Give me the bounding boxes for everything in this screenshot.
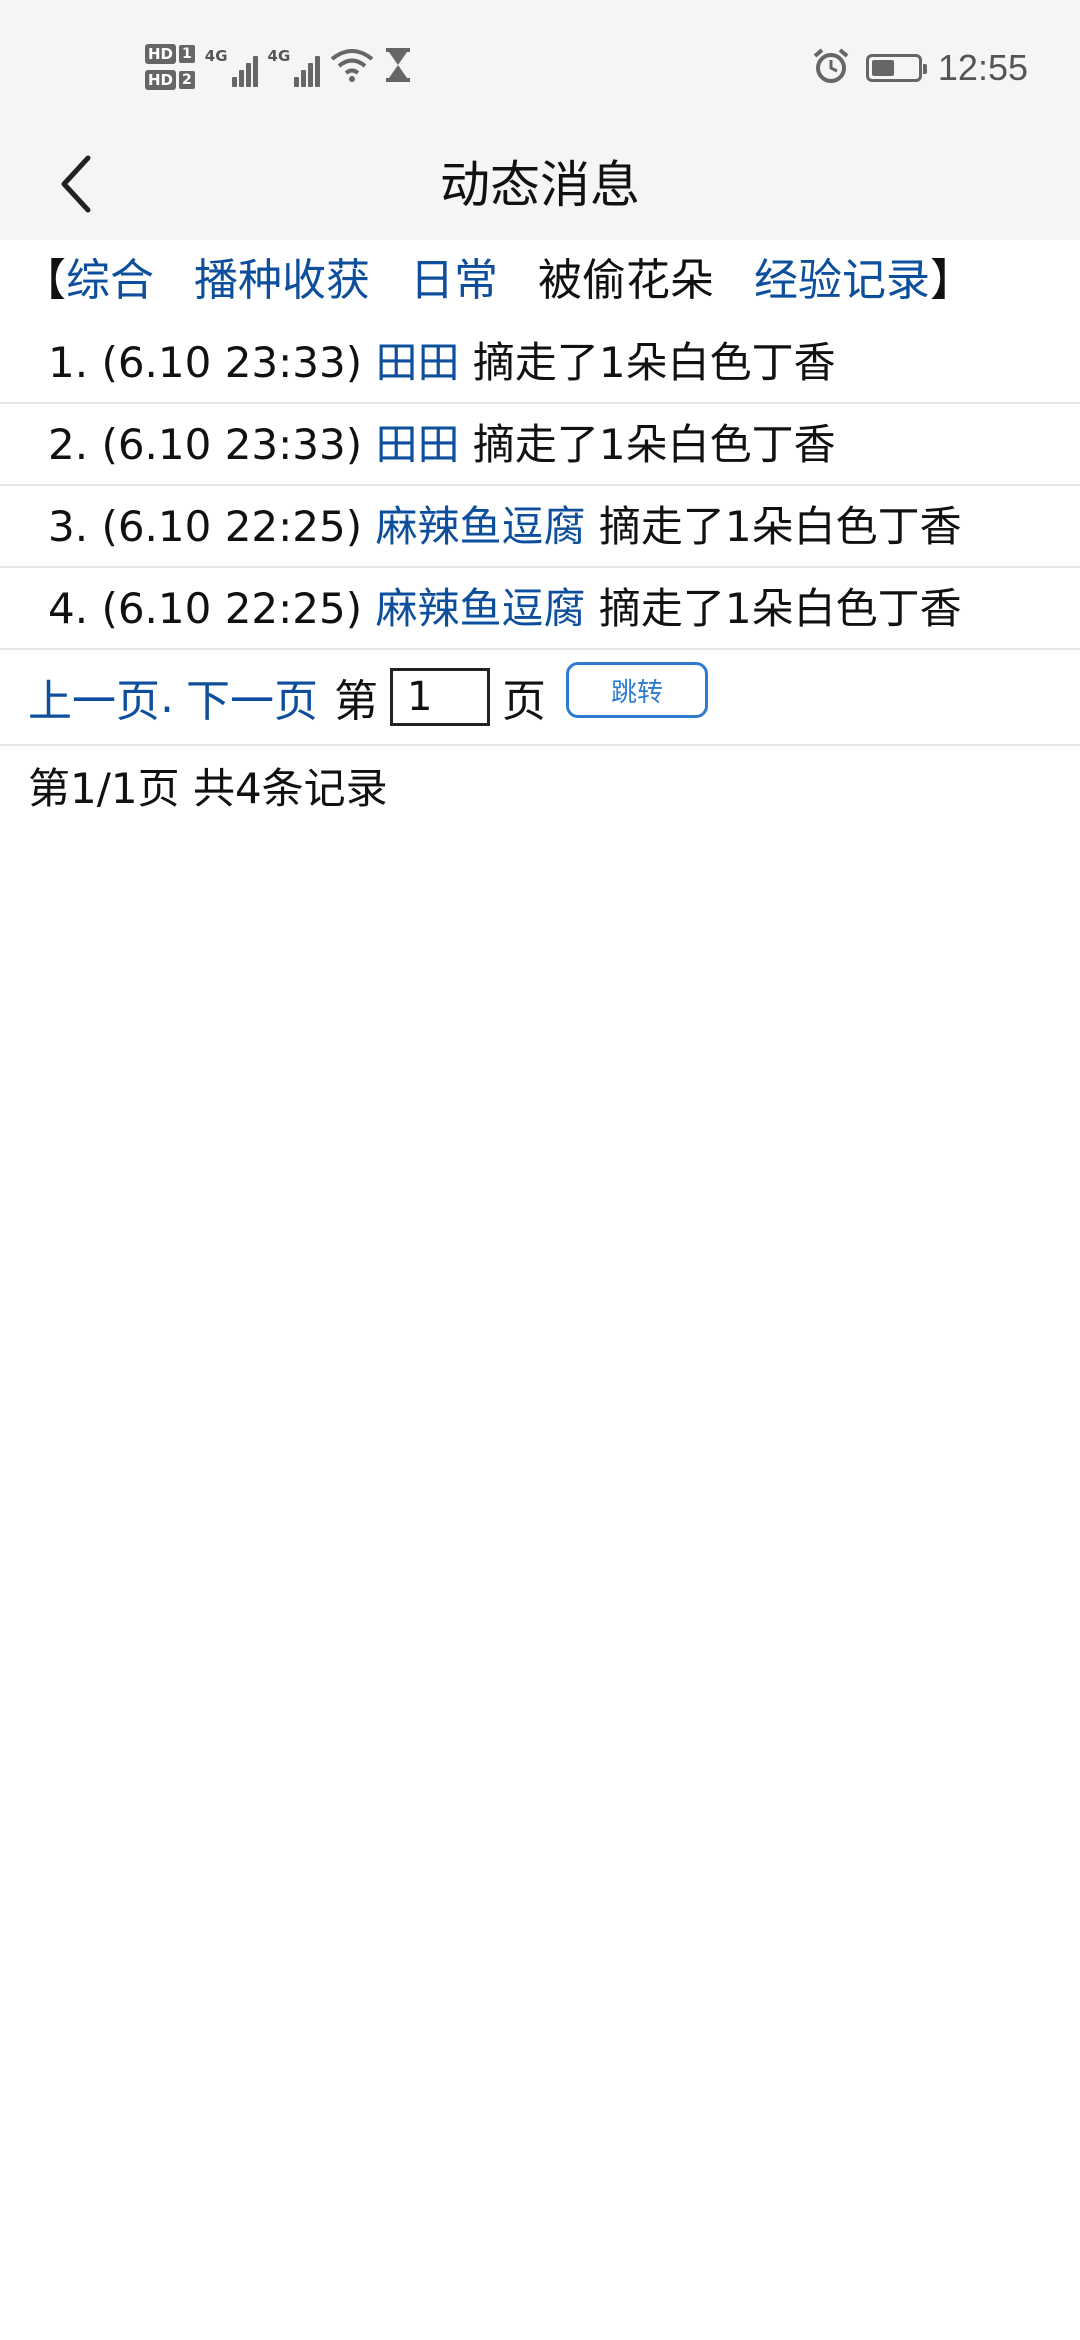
battery-icon — [865, 54, 927, 82]
hourglass-icon — [384, 47, 412, 87]
tab-stolen-flowers: 被偷花朵 — [538, 255, 714, 306]
record-index: 3. — [48, 502, 89, 551]
main-content: 【综合 播种收获 日常 被偷花朵 经验记录】 1. (6.10 23:33) 田田 摘走… — [0, 240, 1080, 832]
pager-separator: . — [160, 671, 174, 723]
tab-daily[interactable]: 日常 — [410, 255, 498, 306]
tab-experience-log[interactable]: 经验记录 — [754, 255, 930, 306]
sim1-badge: HD 1 — [145, 44, 195, 64]
record-index: 4. — [48, 584, 89, 633]
signal-1-icon: 4G — [205, 47, 258, 87]
status-left: HD 1 HD 2 4G 4G — [145, 32, 412, 102]
next-page-link[interactable]: 下一页 — [186, 665, 318, 729]
record-time: (6.10 23:33) — [101, 420, 363, 469]
record-index: 2. — [48, 420, 89, 469]
sim1-hd: HD — [145, 44, 177, 64]
jump-button[interactable]: 跳转 — [566, 662, 708, 718]
status-time: 12:55 — [937, 47, 1028, 88]
net1-label: 4G — [204, 47, 228, 65]
tabs-open-bracket: 【 — [22, 255, 66, 306]
sim1-number: 1 — [179, 45, 195, 63]
net2-label: 4G — [267, 47, 291, 65]
record-action: 摘走了1朵白色丁香 — [598, 584, 962, 633]
record-action: 摘走了1朵白色丁香 — [472, 420, 836, 469]
record-summary: 第1/1页 共4条记录 — [28, 764, 388, 813]
record-action: 摘走了1朵白色丁香 — [472, 338, 836, 387]
prev-page-link[interactable]: 上一页 — [28, 665, 160, 729]
list-item: 1. (6.10 23:33) 田田 摘走了1朵白色丁香 — [0, 322, 1080, 404]
tabs-close-bracket: 】 — [930, 255, 974, 306]
sim2-number: 2 — [179, 71, 195, 89]
title-bar: 动态消息 — [0, 130, 1080, 240]
record-time: (6.10 22:25) — [101, 584, 363, 633]
category-tabs: 【综合 播种收获 日常 被偷花朵 经验记录】 — [0, 240, 1080, 322]
record-user-link[interactable]: 麻辣鱼逗腐 — [375, 502, 585, 551]
record-user-link[interactable]: 麻辣鱼逗腐 — [375, 584, 585, 633]
page-title: 动态消息 — [440, 156, 640, 214]
page-suffix: 页 — [502, 676, 546, 727]
status-right: 12:55 — [812, 40, 1028, 96]
pagination: 上一页. 下一页 第 页 跳转 — [0, 650, 1080, 746]
record-action: 摘走了1朵白色丁香 — [598, 502, 962, 551]
list-item: 2. (6.10 23:33) 田田 摘走了1朵白色丁香 — [0, 404, 1080, 486]
page-number-input[interactable] — [390, 668, 490, 726]
alarm-icon — [812, 47, 850, 89]
battery-fill — [871, 60, 894, 76]
wifi-icon — [330, 47, 374, 87]
record-index: 1. — [48, 338, 89, 387]
page-prefix: 第 — [334, 676, 378, 727]
record-time: (6.10 23:33) — [101, 338, 363, 387]
record-user-link[interactable]: 田田 — [375, 420, 459, 469]
signal-2-icon: 4G — [268, 47, 321, 87]
tab-sow-harvest[interactable]: 播种收获 — [194, 255, 370, 306]
sim-badges: HD 1 HD 2 — [145, 44, 195, 90]
record-time: (6.10 22:25) — [101, 502, 363, 551]
sim2-hd: HD — [145, 70, 177, 90]
tab-general[interactable]: 综合 — [66, 255, 154, 306]
record-user-link[interactable]: 田田 — [375, 338, 459, 387]
record-list: 1. (6.10 23:33) 田田 摘走了1朵白色丁香 2. (6.10 23… — [0, 322, 1080, 650]
status-bar: HD 1 HD 2 4G 4G 12:55 — [0, 0, 1080, 130]
list-item: 3. (6.10 22:25) 麻辣鱼逗腐 摘走了1朵白色丁香 — [0, 486, 1080, 568]
sim2-badge: HD 2 — [145, 70, 195, 90]
list-item: 4. (6.10 22:25) 麻辣鱼逗腐 摘走了1朵白色丁香 — [0, 568, 1080, 650]
